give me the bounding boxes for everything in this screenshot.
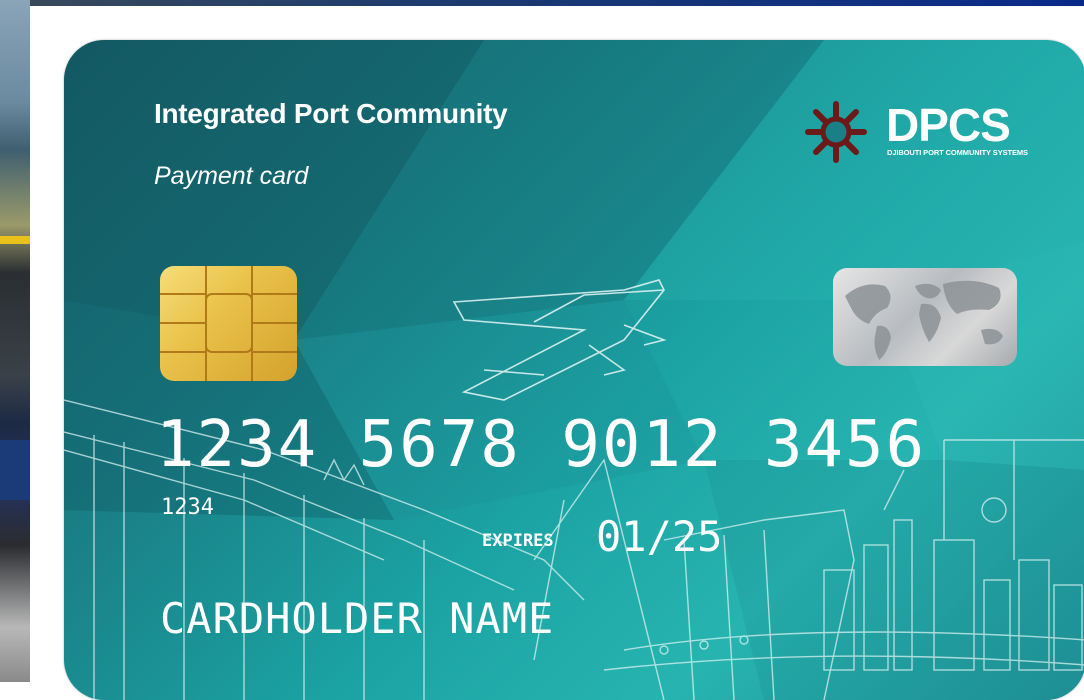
port-wheel-icon [805, 101, 867, 163]
card-number: 1234 5678 9012 3456 [156, 408, 927, 482]
dpcs-tagline: DJIBOUTI PORT COMMUNITY SYSTEMS [887, 148, 1028, 157]
expiry-date: 01/25 [596, 512, 723, 561]
card-number-short: 1234 [161, 495, 214, 520]
background-photo-top [0, 0, 1084, 6]
expires-label: EXPIRES [482, 531, 554, 551]
emv-chip-icon [160, 266, 297, 381]
card-title: Integrated Port Community [154, 98, 508, 129]
card-subtitle: Payment card [154, 162, 309, 190]
cardholder-name: CARDHOLDER NAME [160, 594, 555, 643]
dpcs-logo: DPCS [886, 99, 1011, 151]
world-map-hologram-icon [833, 268, 1017, 366]
payment-card: Integrated Port Community Payment card D… [64, 40, 1084, 700]
background-photo-left [0, 0, 30, 682]
